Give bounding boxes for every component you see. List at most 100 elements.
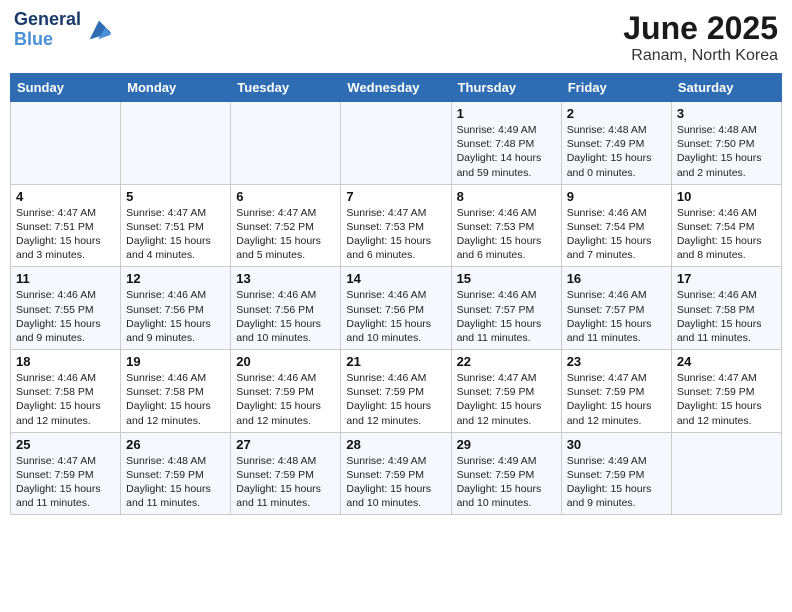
calendar-table: SundayMondayTuesdayWednesdayThursdayFrid… — [10, 73, 782, 515]
calendar-day-cell: 3 Sunrise: 4:48 AMSunset: 7:50 PMDaylight… — [671, 102, 781, 185]
day-number: 1 — [457, 106, 556, 121]
day-info: Sunrise: 4:47 AMSunset: 7:59 PMDaylight:… — [457, 371, 556, 428]
calendar-day-cell: 8 Sunrise: 4:46 AMSunset: 7:53 PMDaylight… — [451, 184, 561, 267]
day-number: 22 — [457, 354, 556, 369]
logo: GeneralBlue — [14, 10, 113, 50]
day-info: Sunrise: 4:46 AMSunset: 7:57 PMDaylight:… — [457, 288, 556, 345]
day-info: Sunrise: 4:46 AMSunset: 7:56 PMDaylight:… — [346, 288, 445, 345]
day-number: 14 — [346, 271, 445, 286]
calendar-week-row: 11 Sunrise: 4:46 AMSunset: 7:55 PMDayligh… — [11, 267, 782, 350]
day-info: Sunrise: 4:46 AMSunset: 7:56 PMDaylight:… — [126, 288, 225, 345]
day-number: 20 — [236, 354, 335, 369]
day-number: 24 — [677, 354, 776, 369]
calendar-day-cell: 20Sunrise: 4:46 AMSunset: 7:59 PMDayligh… — [231, 350, 341, 433]
calendar-day-cell: 1 Sunrise: 4:49 AMSunset: 7:48 PMDaylight… — [451, 102, 561, 185]
calendar-day-cell: 6 Sunrise: 4:47 AMSunset: 7:52 PMDaylight… — [231, 184, 341, 267]
day-number: 9 — [567, 189, 666, 204]
day-info: Sunrise: 4:46 AMSunset: 7:56 PMDaylight:… — [236, 288, 335, 345]
day-info: Sunrise: 4:46 AMSunset: 7:54 PMDaylight:… — [567, 206, 666, 263]
day-number: 2 — [567, 106, 666, 121]
calendar-day-cell: 28Sunrise: 4:49 AMSunset: 7:59 PMDayligh… — [341, 432, 451, 515]
day-number: 16 — [567, 271, 666, 286]
day-number: 27 — [236, 437, 335, 452]
calendar-week-row: 1 Sunrise: 4:49 AMSunset: 7:48 PMDaylight… — [11, 102, 782, 185]
calendar-day-cell: 9 Sunrise: 4:46 AMSunset: 7:54 PMDaylight… — [561, 184, 671, 267]
day-number: 6 — [236, 189, 335, 204]
day-info: Sunrise: 4:46 AMSunset: 7:58 PMDaylight:… — [16, 371, 115, 428]
calendar-week-row: 4Sunrise: 4:47 AMSunset: 7:51 PMDaylight… — [11, 184, 782, 267]
calendar-day-cell: 23 Sunrise: 4:47 AMSunset: 7:59 PMDayligh… — [561, 350, 671, 433]
day-info: Sunrise: 4:49 AMSunset: 7:59 PMDaylight:… — [346, 454, 445, 511]
day-number: 23 — [567, 354, 666, 369]
calendar-day-cell: 16 Sunrise: 4:46 AMSunset: 7:57 PMDayligh… — [561, 267, 671, 350]
day-info: Sunrise: 4:48 AMSunset: 7:50 PMDaylight:… — [677, 123, 776, 180]
calendar-day-cell: 17Sunrise: 4:46 AMSunset: 7:58 PMDayligh… — [671, 267, 781, 350]
calendar-day-cell — [11, 102, 121, 185]
day-number: 12 — [126, 271, 225, 286]
day-number: 29 — [457, 437, 556, 452]
calendar-day-cell: 15 Sunrise: 4:46 AMSunset: 7:57 PMDayligh… — [451, 267, 561, 350]
day-number: 21 — [346, 354, 445, 369]
day-info: Sunrise: 4:46 AMSunset: 7:53 PMDaylight:… — [457, 206, 556, 263]
location-subtitle: Ranam, North Korea — [623, 47, 778, 65]
day-number: 18 — [16, 354, 115, 369]
day-info: Sunrise: 4:47 AMSunset: 7:59 PMDaylight:… — [16, 454, 115, 511]
title-block: June 2025 Ranam, North Korea — [623, 10, 778, 65]
day-info: Sunrise: 4:48 AMSunset: 7:49 PMDaylight:… — [567, 123, 666, 180]
calendar-day-cell: 30Sunrise: 4:49 AMSunset: 7:59 PMDayligh… — [561, 432, 671, 515]
day-number: 8 — [457, 189, 556, 204]
calendar-day-cell: 27 Sunrise: 4:48 AMSunset: 7:59 PMDayligh… — [231, 432, 341, 515]
day-info: Sunrise: 4:46 AMSunset: 7:59 PMDaylight:… — [346, 371, 445, 428]
col-header-thursday: Thursday — [451, 74, 561, 102]
day-info: Sunrise: 4:48 AMSunset: 7:59 PMDaylight:… — [236, 454, 335, 511]
calendar-day-cell: 13 Sunrise: 4:46 AMSunset: 7:56 PMDayligh… — [231, 267, 341, 350]
page-header: GeneralBlue June 2025 Ranam, North Korea — [10, 10, 782, 65]
calendar-day-cell: 29Sunrise: 4:49 AMSunset: 7:59 PMDayligh… — [451, 432, 561, 515]
calendar-day-cell: 4Sunrise: 4:47 AMSunset: 7:51 PMDaylight… — [11, 184, 121, 267]
day-info: Sunrise: 4:47 AMSunset: 7:51 PMDaylight:… — [126, 206, 225, 263]
calendar-day-cell: 11 Sunrise: 4:46 AMSunset: 7:55 PMDayligh… — [11, 267, 121, 350]
day-info: Sunrise: 4:47 AMSunset: 7:59 PMDaylight:… — [677, 371, 776, 428]
main-title: June 2025 — [623, 10, 778, 47]
day-info: Sunrise: 4:46 AMSunset: 7:54 PMDaylight:… — [677, 206, 776, 263]
day-info: Sunrise: 4:47 AMSunset: 7:51 PMDaylight:… — [16, 206, 115, 263]
logo-icon — [85, 16, 113, 44]
day-info: Sunrise: 4:49 AMSunset: 7:48 PMDaylight:… — [457, 123, 556, 180]
day-number: 19 — [126, 354, 225, 369]
day-info: Sunrise: 4:46 AMSunset: 7:55 PMDaylight:… — [16, 288, 115, 345]
calendar-day-cell: 5 Sunrise: 4:47 AMSunset: 7:51 PMDaylight… — [121, 184, 231, 267]
day-number: 3 — [677, 106, 776, 121]
calendar-day-cell: 19 Sunrise: 4:46 AMSunset: 7:58 PMDayligh… — [121, 350, 231, 433]
day-number: 30 — [567, 437, 666, 452]
logo-text: GeneralBlue — [14, 10, 81, 50]
day-number: 11 — [16, 271, 115, 286]
day-info: Sunrise: 4:46 AMSunset: 7:58 PMDaylight:… — [677, 288, 776, 345]
day-info: Sunrise: 4:47 AMSunset: 7:59 PMDaylight:… — [567, 371, 666, 428]
calendar-day-cell: 21 Sunrise: 4:46 AMSunset: 7:59 PMDayligh… — [341, 350, 451, 433]
calendar-week-row: 18 Sunrise: 4:46 AMSunset: 7:58 PMDayligh… — [11, 350, 782, 433]
day-number: 13 — [236, 271, 335, 286]
day-info: Sunrise: 4:48 AMSunset: 7:59 PMDaylight:… — [126, 454, 225, 511]
calendar-day-cell — [341, 102, 451, 185]
day-info: Sunrise: 4:46 AMSunset: 7:57 PMDaylight:… — [567, 288, 666, 345]
day-number: 10 — [677, 189, 776, 204]
col-header-monday: Monday — [121, 74, 231, 102]
calendar-day-cell: 25Sunrise: 4:47 AMSunset: 7:59 PMDayligh… — [11, 432, 121, 515]
calendar-day-cell: 14 Sunrise: 4:46 AMSunset: 7:56 PMDayligh… — [341, 267, 451, 350]
col-header-wednesday: Wednesday — [341, 74, 451, 102]
calendar-header-row: SundayMondayTuesdayWednesdayThursdayFrid… — [11, 74, 782, 102]
col-header-tuesday: Tuesday — [231, 74, 341, 102]
calendar-week-row: 25Sunrise: 4:47 AMSunset: 7:59 PMDayligh… — [11, 432, 782, 515]
day-info: Sunrise: 4:47 AMSunset: 7:52 PMDaylight:… — [236, 206, 335, 263]
calendar-day-cell: 26Sunrise: 4:48 AMSunset: 7:59 PMDayligh… — [121, 432, 231, 515]
col-header-sunday: Sunday — [11, 74, 121, 102]
day-info: Sunrise: 4:46 AMSunset: 7:58 PMDaylight:… — [126, 371, 225, 428]
col-header-saturday: Saturday — [671, 74, 781, 102]
calendar-day-cell: 10 Sunrise: 4:46 AMSunset: 7:54 PMDayligh… — [671, 184, 781, 267]
calendar-day-cell: 7Sunrise: 4:47 AMSunset: 7:53 PMDaylight… — [341, 184, 451, 267]
col-header-friday: Friday — [561, 74, 671, 102]
calendar-day-cell — [121, 102, 231, 185]
day-number: 5 — [126, 189, 225, 204]
logo-blue: Blue — [14, 29, 53, 49]
day-number: 15 — [457, 271, 556, 286]
